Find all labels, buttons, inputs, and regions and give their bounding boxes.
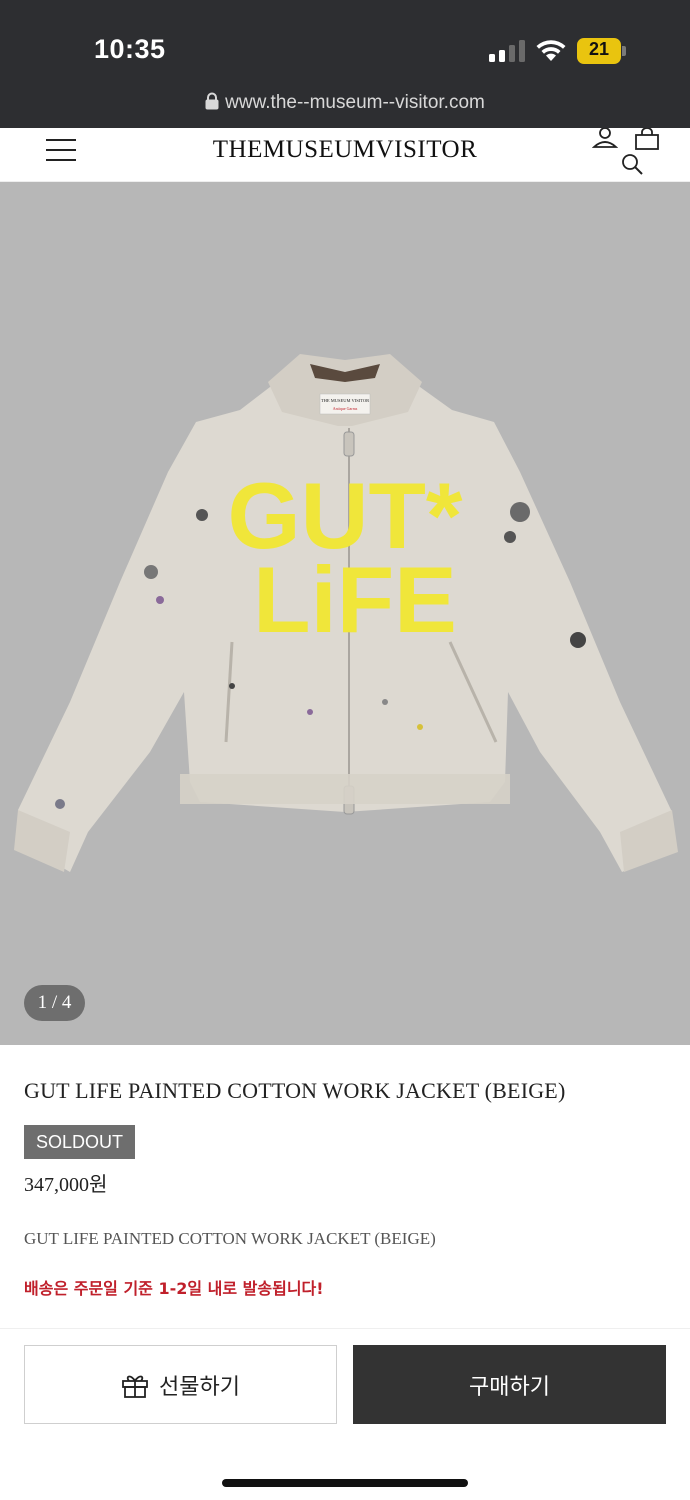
jacket-label-line2: Antique Garms xyxy=(333,406,358,411)
status-time: 10:35 xyxy=(94,34,166,64)
wifi-icon xyxy=(536,40,566,61)
product-price: 347,000원 xyxy=(24,1174,108,1196)
buy-button-label: 구매하기 xyxy=(469,1374,550,1400)
gift-icon xyxy=(122,1375,148,1398)
divider xyxy=(0,1328,690,1329)
jacket-image: THE MUSEUM VISITOR Antique Garms GUT* Li… xyxy=(14,354,678,872)
gift-button[interactable]: 선물하기 xyxy=(24,1345,337,1424)
home-indicator[interactable] xyxy=(222,1479,468,1487)
soldout-badge: SOLDOUT xyxy=(24,1125,135,1159)
product-title: GUT LIFE PAINTED COTTON WORK JACKET (BEI… xyxy=(24,1078,566,1103)
url-text: www.the--museum--visitor.com xyxy=(225,92,485,113)
site-header: THEMUSEUMVISITOR xyxy=(0,128,690,182)
user-icon[interactable] xyxy=(592,128,618,148)
lock-icon xyxy=(205,92,219,110)
product-image-gallery[interactable]: THE MUSEUM VISITOR Antique Garms GUT* Li… xyxy=(0,182,690,1045)
brand-logo[interactable]: THEMUSEUMVISITOR xyxy=(0,136,690,164)
bag-icon[interactable] xyxy=(634,128,660,150)
signal-icon xyxy=(489,40,525,62)
gift-button-label: 선물하기 xyxy=(159,1374,240,1400)
status-and-url-bar: 10:35 21 www.the--museum--visitor.com xyxy=(0,0,690,128)
product-summary: GUT LIFE PAINTED COTTON WORK JACKET (BEI… xyxy=(24,1229,436,1248)
buy-button[interactable]: 구매하기 xyxy=(353,1345,666,1424)
image-counter: 1 / 4 xyxy=(24,985,85,1021)
jacket-print-line2: LiFE xyxy=(253,547,457,652)
shipping-notice: 배송은 주문일 기준 1-2일 내로 발송됩니다! xyxy=(24,1279,324,1298)
search-icon[interactable] xyxy=(620,152,644,176)
battery-icon: 21 xyxy=(577,38,627,64)
url-bar[interactable]: www.the--museum--visitor.com xyxy=(0,92,690,128)
battery-level: 21 xyxy=(588,39,610,59)
jacket-label-line1: THE MUSEUM VISITOR xyxy=(321,398,369,403)
